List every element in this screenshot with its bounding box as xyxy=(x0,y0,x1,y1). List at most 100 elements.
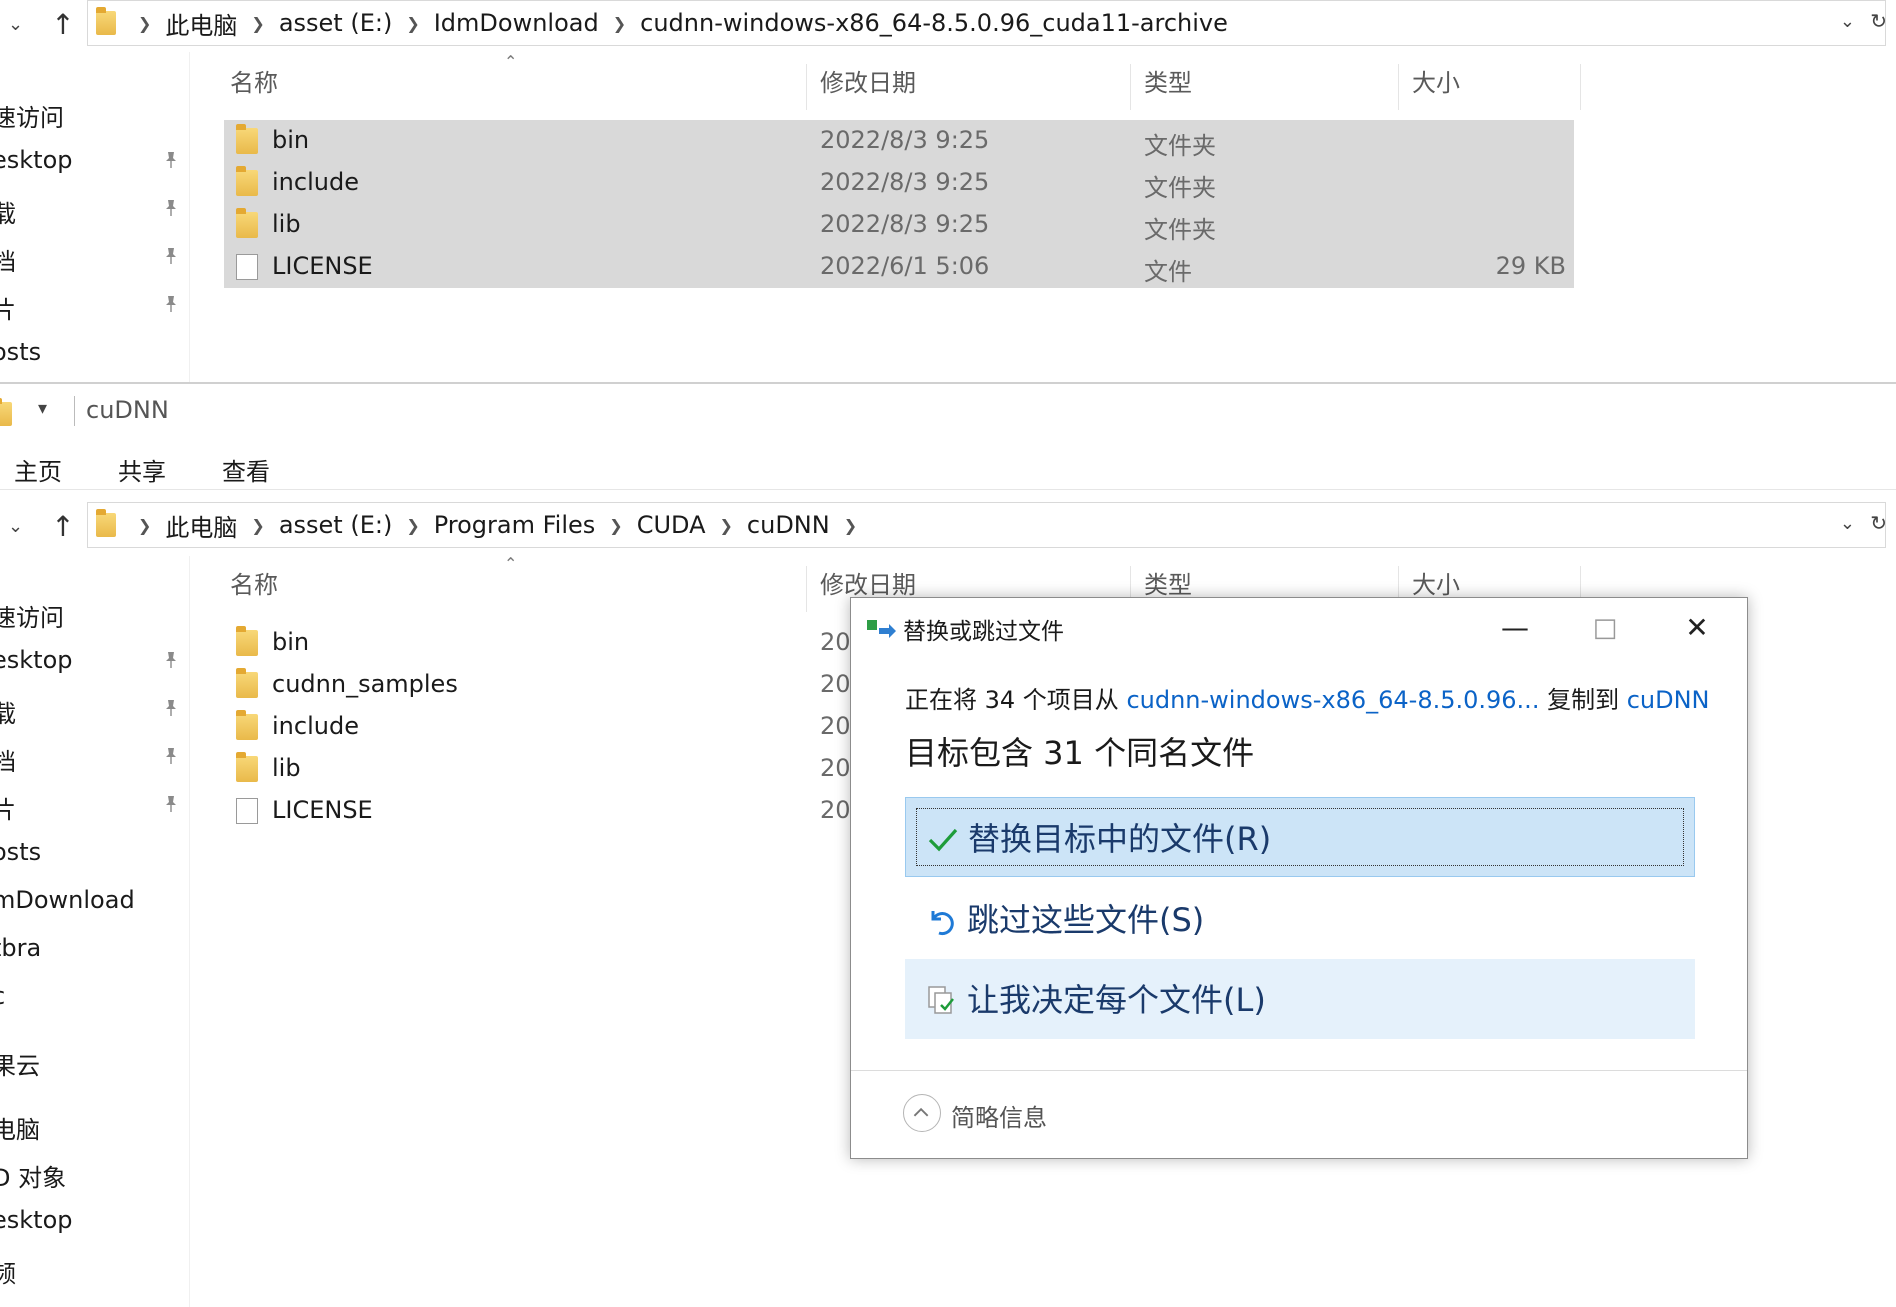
nav-item-jianguoyun[interactable]: 果云 xyxy=(0,1042,190,1082)
chevron-right-icon[interactable]: ❯ xyxy=(613,14,626,33)
dialog-title: 替换或跳过文件 xyxy=(903,619,1064,645)
skip-arrow-icon xyxy=(931,911,954,936)
file-row[interactable]: lib 2022/8/3 9:25 文件夹 xyxy=(224,204,1574,246)
nav-item-documents[interactable]: 档 xyxy=(0,738,190,778)
address-dropdown-icon[interactable]: ⌄ xyxy=(1840,513,1855,534)
recent-locations-chevron-icon[interactable]: ⌄ xyxy=(8,516,34,542)
pin-icon xyxy=(166,748,176,764)
chevron-right-icon[interactable]: ❯ xyxy=(138,516,151,535)
up-arrow-icon[interactable]: ↑ xyxy=(48,8,78,42)
nav-item-label: 档 xyxy=(0,748,16,776)
tab-view[interactable]: 查看 xyxy=(222,452,270,487)
nav-item-label: D 对象 xyxy=(0,1164,67,1192)
file-name: include xyxy=(272,712,359,740)
nav-item-videos[interactable]: 频 xyxy=(0,1250,190,1290)
window-title: cuDNN xyxy=(86,396,169,424)
replace-files-label: 替换目标中的文件(R) xyxy=(968,820,1272,858)
pin-icon xyxy=(166,700,176,716)
chevron-right-icon[interactable]: ❯ xyxy=(251,14,264,33)
file-type: 文件 xyxy=(1144,258,1192,286)
replace-files-option[interactable]: 替换目标中的文件(R) xyxy=(905,797,1695,877)
breadcrumb-item[interactable]: cuDNN xyxy=(747,511,830,539)
destination-folder-link[interactable]: cuDNN xyxy=(1627,686,1710,714)
refresh-icon[interactable]: ↻ xyxy=(1870,511,1887,535)
quick-access-toolbar-dropdown-icon[interactable]: ▾ xyxy=(38,398,47,419)
chevron-right-icon[interactable]: ❯ xyxy=(609,516,622,535)
column-header-name[interactable]: 名称 xyxy=(222,58,278,108)
nav-item-desktop-2[interactable]: esktop xyxy=(0,1202,190,1242)
copy-middle-text: 复制到 xyxy=(1539,686,1627,714)
address-dropdown-icon[interactable]: ⌄ xyxy=(1840,11,1855,32)
breadcrumb-item[interactable]: IdmDownload xyxy=(434,9,599,37)
nav-item-label: esktop xyxy=(0,1206,73,1234)
breadcrumb-item[interactable]: 此电脑 xyxy=(165,508,237,543)
file-row[interactable]: bin 2022/8/3 9:25 文件夹 xyxy=(224,120,1574,162)
chevron-right-icon[interactable]: ❯ xyxy=(138,14,151,33)
decide-each-file-option[interactable]: 让我决定每个文件(L) xyxy=(905,959,1695,1039)
breadcrumb-item[interactable]: asset (E:) xyxy=(279,511,393,539)
recent-locations-chevron-icon[interactable]: ⌄ xyxy=(8,14,34,40)
nav-item-desktop[interactable]: esktop xyxy=(0,642,190,682)
column-divider[interactable] xyxy=(1580,64,1581,110)
address-box[interactable]: ❯ 此电脑 ❯ asset (E:) ❯ Program Files ❯ CUD… xyxy=(87,502,1887,548)
breadcrumb-item[interactable]: Program Files xyxy=(434,511,596,539)
nav-item-posts[interactable]: osts xyxy=(0,334,190,374)
nav-item-quick-access[interactable]: 速访问 xyxy=(0,594,190,634)
nav-item-label: 频 xyxy=(0,1260,16,1288)
nav-item-quick-access[interactable]: 速访问 xyxy=(0,94,190,134)
nav-item-label: tbra xyxy=(0,934,42,962)
breadcrumb-item[interactable]: CUDA xyxy=(637,511,706,539)
nav-item-label: esktop xyxy=(0,646,73,674)
file-row[interactable]: include 2022/8/3 9:25 文件夹 xyxy=(224,162,1574,204)
tab-home[interactable]: 主页 xyxy=(14,452,62,487)
nav-item-c[interactable]: c xyxy=(0,978,190,1018)
source-folder-link[interactable]: cudnn-windows-x86_64-8.5.0.96... xyxy=(1126,686,1539,714)
breadcrumb-item[interactable]: 此电脑 xyxy=(165,6,237,41)
skip-files-option[interactable]: 跳过这些文件(S) xyxy=(905,879,1695,959)
chevron-right-icon[interactable]: ❯ xyxy=(844,516,857,535)
chevron-right-icon[interactable]: ❯ xyxy=(406,516,419,535)
nav-item-pictures[interactable]: 片 xyxy=(0,786,190,826)
nav-item-3d-objects[interactable]: D 对象 xyxy=(0,1154,190,1194)
column-divider[interactable] xyxy=(1398,64,1399,110)
nav-item-pictures[interactable]: 片 xyxy=(0,286,190,326)
up-arrow-icon[interactable]: ↑ xyxy=(48,510,78,544)
folder-icon xyxy=(96,7,116,35)
chevron-up-icon[interactable] xyxy=(903,1094,941,1132)
bottom-navigation-pane: 速访问 esktop 载 档 片 osts mDownload tbra c 果… xyxy=(0,556,190,1307)
breadcrumb-item[interactable]: asset (E:) xyxy=(279,9,393,37)
column-divider[interactable] xyxy=(806,566,807,612)
file-row[interactable]: LICENSE 2022/6/1 5:06 文件 29 KB xyxy=(224,246,1574,288)
column-header-name[interactable]: 名称 xyxy=(222,560,278,610)
nav-item-label: 速访问 xyxy=(0,104,64,132)
column-header-date[interactable]: 修改日期 xyxy=(812,58,916,108)
address-box[interactable]: ❯ 此电脑 ❯ asset (E:) ❯ IdmDownload ❯ cudnn… xyxy=(87,0,1887,46)
refresh-icon[interactable]: ↻ xyxy=(1870,9,1887,33)
nav-item-downloads[interactable]: 载 xyxy=(0,690,190,730)
nav-item-tbra[interactable]: tbra xyxy=(0,930,190,970)
column-divider[interactable] xyxy=(806,64,807,110)
column-divider[interactable] xyxy=(1130,64,1131,110)
column-header-type[interactable]: 类型 xyxy=(1136,58,1192,108)
nav-item-label: 片 xyxy=(0,296,16,324)
nav-item-this-pc[interactable]: 电脑 xyxy=(0,1106,190,1146)
close-button[interactable]: ✕ xyxy=(1677,608,1717,648)
chevron-right-icon[interactable]: ❯ xyxy=(720,516,733,535)
nav-item-label: 电脑 xyxy=(0,1116,40,1144)
nav-item-posts[interactable]: osts xyxy=(0,834,190,874)
dialog-titlebar: 替换或跳过文件 — □ ✕ xyxy=(851,598,1747,658)
chevron-right-icon[interactable]: ❯ xyxy=(406,14,419,33)
nav-item-downloads[interactable]: 载 xyxy=(0,190,190,230)
minimize-button[interactable]: — xyxy=(1495,608,1535,648)
nav-item-desktop[interactable]: esktop xyxy=(0,142,190,182)
nav-item-idmdownload[interactable]: mDownload xyxy=(0,882,190,922)
maximize-button[interactable]: □ xyxy=(1585,608,1625,648)
title-divider xyxy=(74,396,75,426)
breadcrumb-item[interactable]: cudnn-windows-x86_64-8.5.0.96_cuda11-arc… xyxy=(640,9,1228,37)
pin-icon xyxy=(166,152,176,168)
chevron-right-icon[interactable]: ❯ xyxy=(251,516,264,535)
column-header-size[interactable]: 大小 xyxy=(1404,58,1460,108)
tab-share[interactable]: 共享 xyxy=(118,452,166,487)
nav-item-documents[interactable]: 档 xyxy=(0,238,190,278)
pin-icon xyxy=(166,200,176,216)
